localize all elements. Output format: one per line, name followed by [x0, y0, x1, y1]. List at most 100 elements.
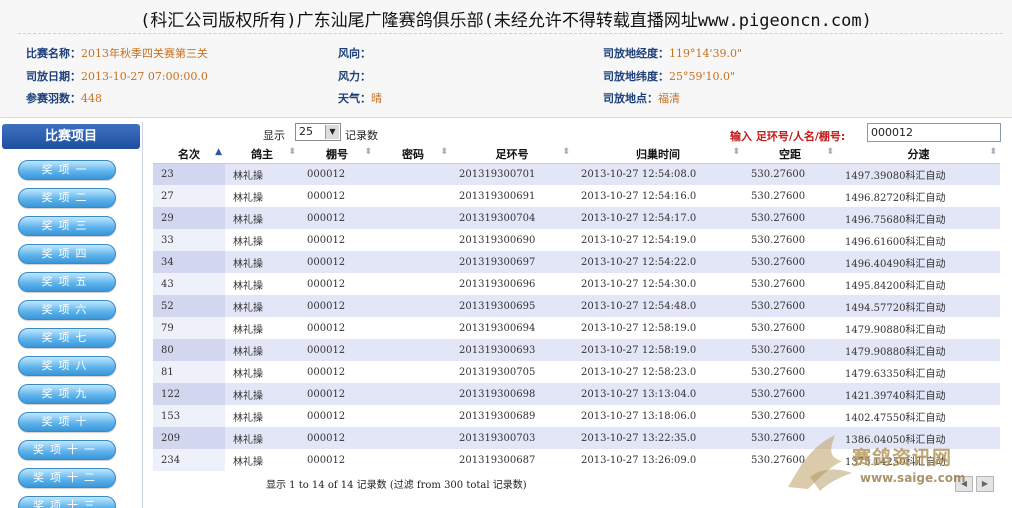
page-title: (科汇公司版权所有)广东汕尾广隆赛鸽俱乐部(未经允许不得转载直播网址www.pi…: [140, 11, 872, 31]
table-row[interactable]: 80 林礼操 000012 201319300693 2013-10-27 12:58:…: [153, 339, 1000, 361]
award-item-11[interactable]: 奖项十一: [18, 440, 116, 460]
cell-speed: 1496.82720科汇自动: [837, 185, 1000, 207]
cell-rank: 52: [153, 295, 225, 317]
page-size-select[interactable]: 25 ▼: [295, 123, 341, 141]
table-row[interactable]: 23 林礼操 000012 201319300701 2013-10-27 12:54:…: [153, 163, 1000, 185]
award-item-7[interactable]: 奖项七: [18, 328, 116, 348]
cell-password: [375, 207, 451, 229]
sort-both-icon[interactable]: ⬍: [989, 147, 997, 157]
award-item-3[interactable]: 奖项三: [18, 216, 116, 236]
column-label: 棚号: [326, 147, 348, 161]
cell-arrival-time: 2013-10-27 13:18:06.0: [573, 405, 743, 427]
entries-value: 448: [81, 92, 102, 105]
race-name-value: 2013年秋季四关赛第三关: [81, 47, 208, 60]
sort-both-icon[interactable]: ⬍: [364, 147, 372, 157]
cell-rank: 81: [153, 361, 225, 383]
table-controls: 显示 25 ▼ 记录数 输入 足环号/人名/棚号:: [150, 122, 1005, 144]
cell-owner: 林礼操: [225, 295, 299, 317]
cell-arrival-time: 2013-10-27 12:54:48.0: [573, 295, 743, 317]
longitude-row: 司放地经度：119°14'39.0": [603, 45, 742, 61]
cell-password: [375, 185, 451, 207]
award-item-2[interactable]: 奖项二: [18, 188, 116, 208]
release-date-row: 司放日期：2013-10-27 07:00:00.0: [26, 68, 208, 84]
table-row[interactable]: 52 林礼操 000012 201319300695 2013-10-27 12:54:…: [153, 295, 1000, 317]
cell-arrival-time: 2013-10-27 12:58:23.0: [573, 361, 743, 383]
cell-ring-no: 201319300701: [451, 163, 573, 185]
column-header-arrival-time[interactable]: 归巢时间 ⬍: [573, 145, 743, 164]
column-header-password[interactable]: 密码 ⬍: [375, 145, 451, 164]
award-item-1[interactable]: 奖项一: [18, 160, 116, 180]
cell-speed: 1421.39740科汇自动: [837, 383, 1000, 405]
sidebar-title: 比赛项目: [2, 124, 140, 149]
cell-ring-no: 201319300698: [451, 383, 573, 405]
title-divider: [18, 33, 1003, 34]
cell-ring-no: 201319300693: [451, 339, 573, 361]
sort-both-icon[interactable]: ⬍: [826, 147, 834, 157]
cell-speed: 1496.40490科汇自动: [837, 251, 1000, 273]
cell-owner: 林礼操: [225, 317, 299, 339]
cell-owner: 林礼操: [225, 273, 299, 295]
table-row[interactable]: 43 林礼操 000012 201319300696 2013-10-27 12:54:…: [153, 273, 1000, 295]
award-item-6[interactable]: 奖项六: [18, 300, 116, 320]
award-item-10[interactable]: 奖项十: [18, 412, 116, 432]
cell-loft-no: 000012: [299, 317, 375, 339]
release-date-label: 司放日期：: [26, 70, 81, 83]
column-header-loft-no[interactable]: 棚号 ⬍: [299, 145, 375, 164]
entries-row: 参赛羽数：448: [26, 90, 102, 106]
cell-rank: 234: [153, 449, 225, 471]
page-size-value: 25: [299, 125, 313, 138]
sidebar: 比赛项目 奖项一奖项二奖项三奖项四奖项五奖项六奖项七奖项八奖项九奖项十奖项十一奖…: [0, 122, 143, 508]
sort-both-icon[interactable]: ⬍: [288, 147, 296, 157]
sort-both-icon[interactable]: ⬍: [732, 147, 740, 157]
cell-loft-no: 000012: [299, 449, 375, 471]
cell-distance: 530.27600: [743, 295, 837, 317]
column-header-speed[interactable]: 分速 ⬍: [837, 145, 1000, 164]
table-row[interactable]: 34 林礼操 000012 201319300697 2013-10-27 12:54:…: [153, 251, 1000, 273]
table-row[interactable]: 122 林礼操 000012 201319300698 2013-10-27 13:13…: [153, 383, 1000, 405]
cell-arrival-time: 2013-10-27 12:54:17.0: [573, 207, 743, 229]
cell-ring-no: 201319300696: [451, 273, 573, 295]
cell-distance: 530.27600: [743, 339, 837, 361]
search-input[interactable]: [867, 123, 1001, 142]
award-item-5[interactable]: 奖项五: [18, 272, 116, 292]
sort-both-icon[interactable]: ⬍: [562, 147, 570, 157]
cell-ring-no: 201319300695: [451, 295, 573, 317]
cell-arrival-time: 2013-10-27 12:58:19.0: [573, 317, 743, 339]
sort-asc-icon[interactable]: ▲: [215, 147, 222, 157]
cell-rank: 80: [153, 339, 225, 361]
column-label: 分速: [907, 147, 930, 161]
award-item-4[interactable]: 奖项四: [18, 244, 116, 264]
award-item-13[interactable]: 奖项十三: [18, 496, 116, 508]
latitude-label: 司放地纬度：: [603, 70, 669, 83]
cell-loft-no: 000012: [299, 229, 375, 251]
cell-arrival-time: 2013-10-27 13:13:04.0: [573, 383, 743, 405]
cell-distance: 530.27600: [743, 185, 837, 207]
sort-both-icon[interactable]: ⬍: [440, 147, 448, 157]
weather-value: 晴: [371, 92, 382, 105]
show-label: 显示: [263, 129, 285, 142]
cell-loft-no: 000012: [299, 405, 375, 427]
table-row[interactable]: 79 林礼操 000012 201319300694 2013-10-27 12:58:…: [153, 317, 1000, 339]
location-value: 福清: [658, 92, 680, 105]
cell-arrival-time: 2013-10-27 13:26:09.0: [573, 449, 743, 471]
cell-password: [375, 339, 451, 361]
column-header-ring-no[interactable]: 足环号 ⬍: [451, 145, 573, 164]
table-row[interactable]: 29 林礼操 000012 201319300704 2013-10-27 12:54:…: [153, 207, 1000, 229]
table-row[interactable]: 33 林礼操 000012 201319300690 2013-10-27 12:54:…: [153, 229, 1000, 251]
column-header-owner[interactable]: 鸽主 ⬍: [225, 145, 299, 164]
column-header-rank[interactable]: 名次 ▲: [153, 145, 225, 164]
award-item-12[interactable]: 奖项十二: [18, 468, 116, 488]
table-row[interactable]: 27 林礼操 000012 201319300691 2013-10-27 12:54:…: [153, 185, 1000, 207]
column-label: 足环号: [495, 147, 529, 161]
chevron-down-icon[interactable]: ▼: [325, 125, 339, 139]
cell-speed: 1494.57720科汇自动: [837, 295, 1000, 317]
award-item-9[interactable]: 奖项九: [18, 384, 116, 404]
award-item-8[interactable]: 奖项八: [18, 356, 116, 376]
cell-ring-no: 201319300697: [451, 251, 573, 273]
column-label: 归巢时间: [636, 147, 680, 161]
table-row[interactable]: 153 林礼操 000012 201319300689 2013-10-27 13:18…: [153, 405, 1000, 427]
column-header-distance[interactable]: 空距 ⬍: [743, 145, 837, 164]
table-row[interactable]: 81 林礼操 000012 201319300705 2013-10-27 12:58:…: [153, 361, 1000, 383]
cell-rank: 29: [153, 207, 225, 229]
cell-loft-no: 000012: [299, 185, 375, 207]
